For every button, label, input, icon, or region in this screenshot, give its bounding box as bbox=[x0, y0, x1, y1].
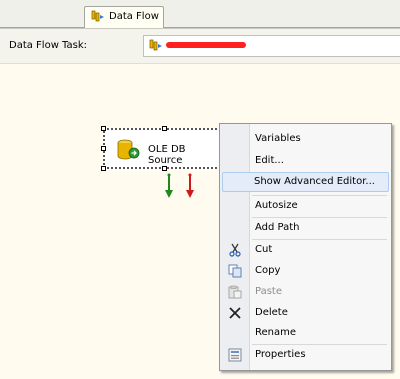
properties-icon bbox=[228, 348, 242, 362]
redaction-mark bbox=[166, 42, 246, 48]
data-flow-task-label: Data Flow Task: bbox=[9, 40, 88, 51]
menu-item-label: Rename bbox=[255, 327, 297, 338]
resize-handle[interactable] bbox=[101, 146, 106, 151]
delete-icon bbox=[229, 307, 241, 319]
menu-item-label: Add Path bbox=[255, 222, 300, 233]
tab-label: Data Flow bbox=[109, 11, 159, 22]
menu-item-show-advanced-editor[interactable]: Show Advanced Editor... bbox=[222, 172, 389, 192]
menu-item-rename[interactable]: Rename bbox=[222, 323, 389, 343]
resize-handle[interactable] bbox=[162, 166, 167, 171]
menu-item-variables[interactable]: Variables bbox=[222, 129, 389, 149]
menu-item-edit[interactable]: Edit... bbox=[222, 151, 389, 171]
menu-item-label: Edit... bbox=[255, 155, 284, 166]
menu-item-label: Copy bbox=[255, 265, 281, 276]
menu-item-label: Delete bbox=[255, 307, 288, 318]
menu-item-properties[interactable]: Properties bbox=[222, 345, 389, 365]
database-source-icon bbox=[117, 139, 140, 160]
tab-data-flow[interactable]: Data Flow bbox=[84, 6, 164, 28]
menu-item-cut[interactable]: Cut bbox=[222, 240, 389, 260]
menu-item-label: Paste bbox=[255, 286, 282, 297]
data-flow-icon bbox=[91, 10, 104, 22]
resize-handle[interactable] bbox=[101, 126, 106, 131]
cut-icon bbox=[229, 243, 241, 257]
menu-item-copy[interactable]: Copy bbox=[222, 261, 389, 281]
data-flow-icon bbox=[149, 39, 162, 51]
menu-item-label: Properties bbox=[255, 349, 306, 360]
designer-tab-strip: Data Flow bbox=[0, 0, 400, 29]
ole-db-source-component[interactable]: OLE DB Source bbox=[103, 128, 225, 169]
context-menu: Variables Edit... Show Advanced Editor..… bbox=[219, 123, 392, 371]
tab-baseline bbox=[0, 27, 400, 28]
resize-handle[interactable] bbox=[101, 166, 106, 171]
menu-item-label: Variables bbox=[255, 133, 301, 144]
menu-item-delete[interactable]: Delete bbox=[222, 303, 389, 323]
success-path-arrow-icon[interactable] bbox=[164, 173, 174, 199]
menu-item-label: Cut bbox=[255, 244, 273, 255]
data-flow-task-select[interactable] bbox=[143, 35, 400, 57]
menu-item-label: Show Advanced Editor... bbox=[254, 176, 375, 187]
resize-handle[interactable] bbox=[162, 126, 167, 131]
menu-item-autosize[interactable]: Autosize bbox=[222, 196, 389, 216]
error-path-arrow-icon[interactable] bbox=[185, 173, 195, 199]
copy-icon bbox=[228, 264, 242, 278]
data-flow-task-bar: Data Flow Task: bbox=[0, 29, 400, 64]
menu-item-label: Autosize bbox=[255, 200, 298, 211]
paste-icon bbox=[228, 285, 242, 299]
component-label: OLE DB Source bbox=[148, 144, 186, 166]
menu-item-paste[interactable]: Paste bbox=[222, 282, 389, 302]
menu-item-add-path[interactable]: Add Path bbox=[222, 218, 389, 238]
